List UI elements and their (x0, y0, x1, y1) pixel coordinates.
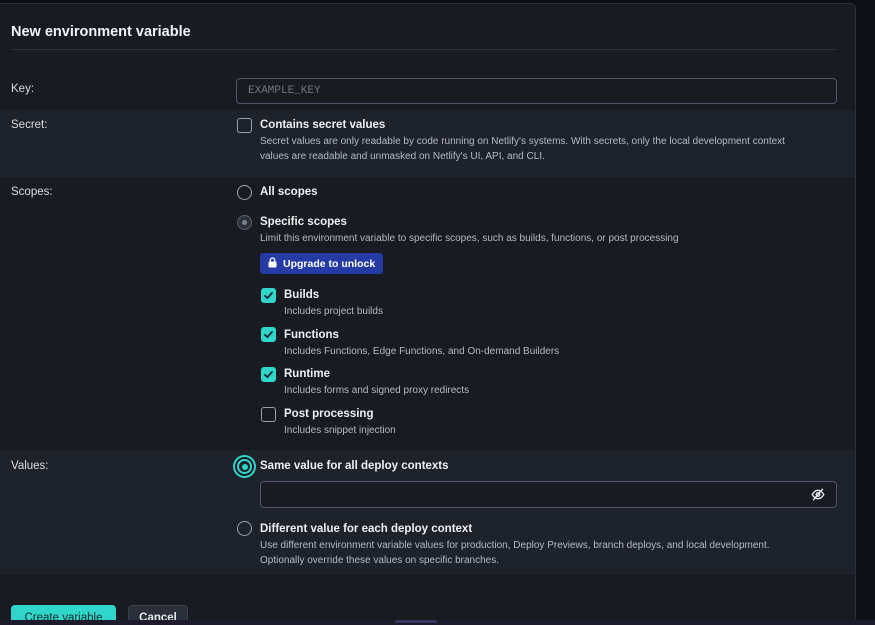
builds-checkbox[interactable] (261, 288, 276, 303)
scroll-indicator (395, 620, 437, 623)
lock-icon (268, 256, 277, 271)
check-icon (264, 292, 273, 299)
upgrade-button-label: Upgrade to unlock (283, 257, 376, 270)
bottom-strip (0, 620, 875, 625)
page-title: New environment variable (11, 24, 191, 40)
different-value-description-line2: Optionally override these values on spec… (260, 555, 500, 566)
specific-scopes-label: Specific scopes (260, 216, 347, 228)
builds-description: Includes project builds (284, 306, 383, 317)
functions-label: Functions (284, 329, 339, 341)
runtime-description: Includes forms and signed proxy redirect… (284, 385, 470, 396)
all-scopes-label: All scopes (260, 186, 318, 198)
specific-scopes-description: Limit this environment variable to speci… (260, 233, 679, 244)
divider (11, 49, 837, 50)
secret-checkbox[interactable] (237, 118, 252, 133)
functions-checkbox[interactable] (261, 327, 276, 342)
runtime-checkbox[interactable] (261, 367, 276, 382)
functions-description: Includes Functions, Edge Functions, and … (284, 346, 560, 357)
check-icon (264, 371, 273, 378)
runtime-label: Runtime (284, 368, 330, 380)
same-value-radio[interactable] (237, 459, 252, 474)
all-scopes-radio[interactable] (237, 185, 252, 200)
secret-description-line1: Secret values are only readable by code … (260, 136, 785, 147)
value-input[interactable] (260, 481, 837, 508)
scopes-label: Scopes: (11, 186, 53, 198)
check-icon (264, 331, 273, 338)
values-row: Values: Same value for all deploy contex… (0, 450, 855, 575)
different-value-label: Different value for each deploy context (260, 523, 473, 535)
different-value-radio[interactable] (237, 521, 252, 536)
upgrade-to-unlock-button[interactable]: Upgrade to unlock (260, 253, 384, 274)
post-processing-description: Includes snippet injection (284, 425, 396, 436)
key-label: Key: (11, 83, 35, 95)
same-value-label: Same value for all deploy contexts (260, 460, 449, 472)
new-env-variable-panel: New environment variable Key: Secret: Co… (0, 3, 856, 625)
post-processing-label: Post processing (284, 408, 374, 420)
specific-scopes-radio[interactable] (237, 215, 252, 230)
eye-slash-icon[interactable] (811, 488, 825, 506)
secret-label: Secret: (11, 119, 48, 131)
key-input[interactable] (236, 78, 837, 104)
builds-label: Builds (284, 289, 320, 301)
secret-row: Secret: Contains secret values Secret va… (0, 110, 855, 177)
post-processing-checkbox[interactable] (261, 407, 276, 422)
secret-description-line2: values are readable and unmasked on Netl… (260, 151, 545, 162)
different-value-description-line1: Use different environment variable value… (260, 540, 770, 551)
values-label: Values: (11, 460, 49, 472)
secret-option-label: Contains secret values (260, 119, 386, 131)
